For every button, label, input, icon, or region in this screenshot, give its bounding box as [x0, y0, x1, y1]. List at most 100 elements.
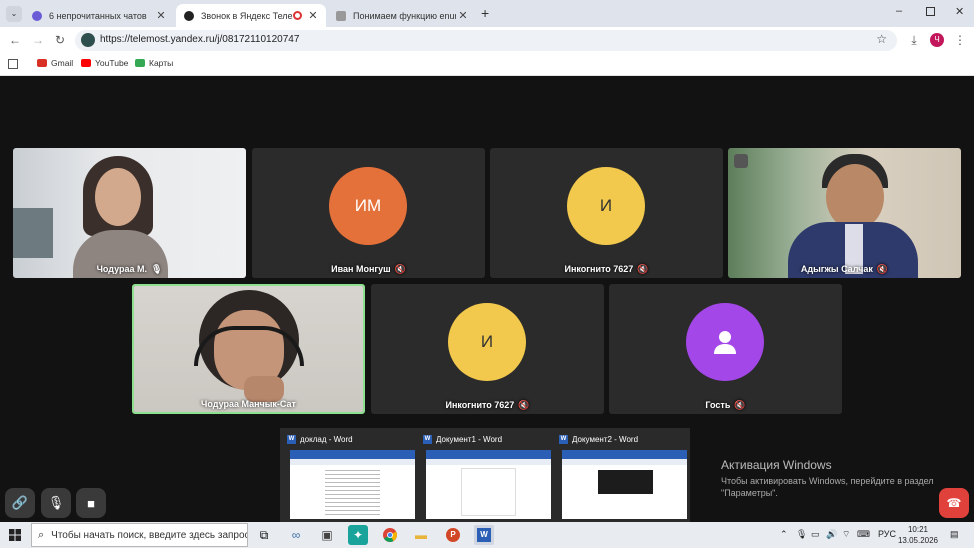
hang-up-button[interactable]: ☎	[939, 488, 969, 518]
language-indicator[interactable]: РУС	[878, 529, 896, 539]
mic-muted-icon: 🔇	[637, 264, 649, 274]
video-feed	[134, 286, 363, 412]
app-icon[interactable]: ✦	[348, 525, 368, 545]
activation-title: Активация Windows	[721, 458, 832, 472]
participant-tile[interactable]: Адыгжы Салчак 🔇	[728, 148, 961, 278]
bookmarks-bar: Gmail YouTube Карты	[0, 54, 974, 76]
close-icon[interactable]: ✕	[456, 9, 470, 22]
reload-icon[interactable]: ↻	[52, 32, 68, 48]
participant-tile[interactable]: И Инкогнито 7627 🔇	[490, 148, 723, 278]
participant-tile[interactable]: Чодураа Манчык-Сат	[132, 284, 365, 414]
participant-name: Чодураа Манчык-Сат	[201, 399, 296, 409]
tab-telemost[interactable]: Звонок в Яндекс Телемост ✕	[176, 4, 326, 27]
date: 13.05.2026	[897, 536, 939, 545]
volume-icon[interactable]: 🔊	[826, 529, 837, 540]
close-icon[interactable]: ✕	[306, 9, 320, 22]
camera-button[interactable]: ■	[76, 488, 106, 518]
signal-icon	[734, 154, 748, 168]
mic-muted-icon: 🔇	[518, 400, 530, 410]
address-bar[interactable]: https://telemost.yandex.ru/j/08172110120…	[75, 30, 897, 51]
participant-tile[interactable]: Чодураа М. 🎙	[13, 148, 246, 278]
url-text: https://telemost.yandex.ru/j/08172110120…	[100, 34, 300, 45]
search-icon: ⌕	[38, 528, 45, 541]
taskbar-thumbnails: Wдоклад - Word W Документ1 - Word W Докуме…	[280, 428, 690, 522]
bookmark-youtube[interactable]: YouTube	[81, 58, 128, 68]
keyboard-icon[interactable]: ⌨	[857, 529, 870, 540]
bookmark-star-icon[interactable]: ☆	[876, 32, 887, 46]
bookmark-label: YouTube	[95, 58, 129, 68]
word-icon: W	[287, 434, 296, 444]
save-app-icon[interactable]: ▣	[317, 525, 337, 545]
taskbar-search[interactable]: ⌕ Чтобы начать поиск, введите здесь запр…	[31, 523, 248, 547]
recording-icon	[293, 11, 302, 20]
tab-strip: ⌄ 6 непрочитанных чатов ✕ Звонок в Яндек…	[0, 0, 974, 27]
windows-start-icon[interactable]	[5, 525, 25, 545]
activation-subtitle: Чтобы активировать Windows, перейдите в …	[721, 476, 934, 498]
avatar: И	[448, 303, 526, 381]
word-icon: W	[559, 434, 568, 444]
thumbnail-title: доклад - Word	[300, 434, 353, 444]
profile-avatar[interactable]: Ч	[930, 33, 944, 47]
participant-name: Инкогнито 7627 🔇	[445, 400, 530, 410]
battery-icon[interactable]: ▭	[811, 529, 820, 540]
minimize-icon[interactable]: –	[896, 5, 902, 17]
tab-enumerate[interactable]: Понимаем функцию enumerate ✕	[328, 4, 476, 27]
maximize-icon[interactable]	[926, 7, 935, 16]
participant-name: Иван Монгуш 🔇	[331, 264, 406, 274]
participant-name: Инкогнито 7627 🔇	[564, 264, 649, 274]
video-feed	[728, 148, 961, 278]
new-tab-button[interactable]: +	[481, 5, 489, 21]
tab-search-button[interactable]: ⌄	[6, 6, 22, 22]
bookmark-maps[interactable]: Карты	[135, 58, 173, 68]
time: 10:21	[907, 525, 929, 534]
close-window-icon[interactable]: ✕	[955, 5, 964, 18]
menu-icon[interactable]: ⋮	[952, 32, 968, 48]
tab-title: Понимаем функцию enumerate	[353, 10, 456, 21]
task-view-icon[interactable]: ⧉	[254, 525, 274, 545]
chat-icon	[32, 10, 42, 21]
window-thumbnail[interactable]: W Документ2 - Word	[556, 433, 687, 519]
page-icon	[336, 10, 346, 21]
chrome-icon[interactable]	[380, 525, 400, 545]
participant-tile[interactable]: И Инкогнито 7627 🔇	[371, 284, 604, 414]
window-thumbnail[interactable]: W Документ1 - Word	[420, 433, 551, 519]
search-placeholder: Чтобы начать поиск, введите здесь запрос	[51, 529, 247, 541]
copy-link-button[interactable]: 🔗	[5, 488, 35, 518]
close-icon[interactable]: ✕	[154, 9, 168, 22]
clock[interactable]: 10:21 13.05.2026	[896, 524, 940, 546]
mic-muted-icon: 🔇	[876, 264, 889, 274]
gmail-icon	[37, 59, 47, 67]
participant-name: Гость 🔇	[705, 400, 746, 410]
wifi-icon[interactable]: ⌔	[842, 529, 850, 540]
chevron-up-icon[interactable]: ⌃	[780, 529, 788, 540]
avatar: ИМ	[329, 167, 407, 245]
microphone-button[interactable]: 🎙	[41, 488, 71, 518]
window-thumbnail[interactable]: Wдоклад - Word	[284, 433, 415, 519]
mic-muted-icon: 🔇	[734, 400, 746, 410]
site-info-icon[interactable]	[81, 33, 95, 47]
bookmark-gmail[interactable]: Gmail	[37, 58, 73, 68]
browser-toolbar: ← → ↻ https://telemost.yandex.ru/j/08172…	[0, 27, 974, 54]
download-icon[interactable]: ⤓	[906, 32, 922, 48]
notification-icon[interactable]: ▤	[950, 529, 959, 540]
word-icon: W	[423, 434, 432, 444]
powerpoint-icon[interactable]: P	[443, 525, 463, 545]
participant-name: Чодураа М. 🎙	[96, 264, 163, 274]
bookmark-label: Gmail	[51, 58, 74, 68]
tab-chats[interactable]: 6 непрочитанных чатов ✕	[24, 4, 174, 27]
bookmark-label: Карты	[149, 58, 174, 68]
mic-tray-icon[interactable]: 🎙	[796, 529, 807, 540]
back-icon[interactable]: ←	[7, 32, 23, 48]
participant-tile[interactable]: ИМ Иван Монгуш 🔇	[252, 148, 485, 278]
apps-icon[interactable]	[8, 59, 18, 69]
telemost-icon	[184, 10, 194, 21]
file-explorer-icon[interactable]: ▬	[411, 525, 431, 545]
app-icon[interactable]: ∞	[286, 525, 306, 545]
thumbnail-title: Документ1 - Word	[436, 434, 503, 444]
tab-title: 6 непрочитанных чатов	[49, 10, 147, 21]
windows-taskbar: ⌕ Чтобы начать поиск, введите здесь запр…	[0, 522, 974, 548]
participant-tile[interactable]: Гость 🔇	[609, 284, 842, 414]
forward-icon[interactable]: →	[30, 32, 46, 48]
maps-icon	[135, 59, 145, 67]
word-icon[interactable]: W	[474, 525, 494, 545]
